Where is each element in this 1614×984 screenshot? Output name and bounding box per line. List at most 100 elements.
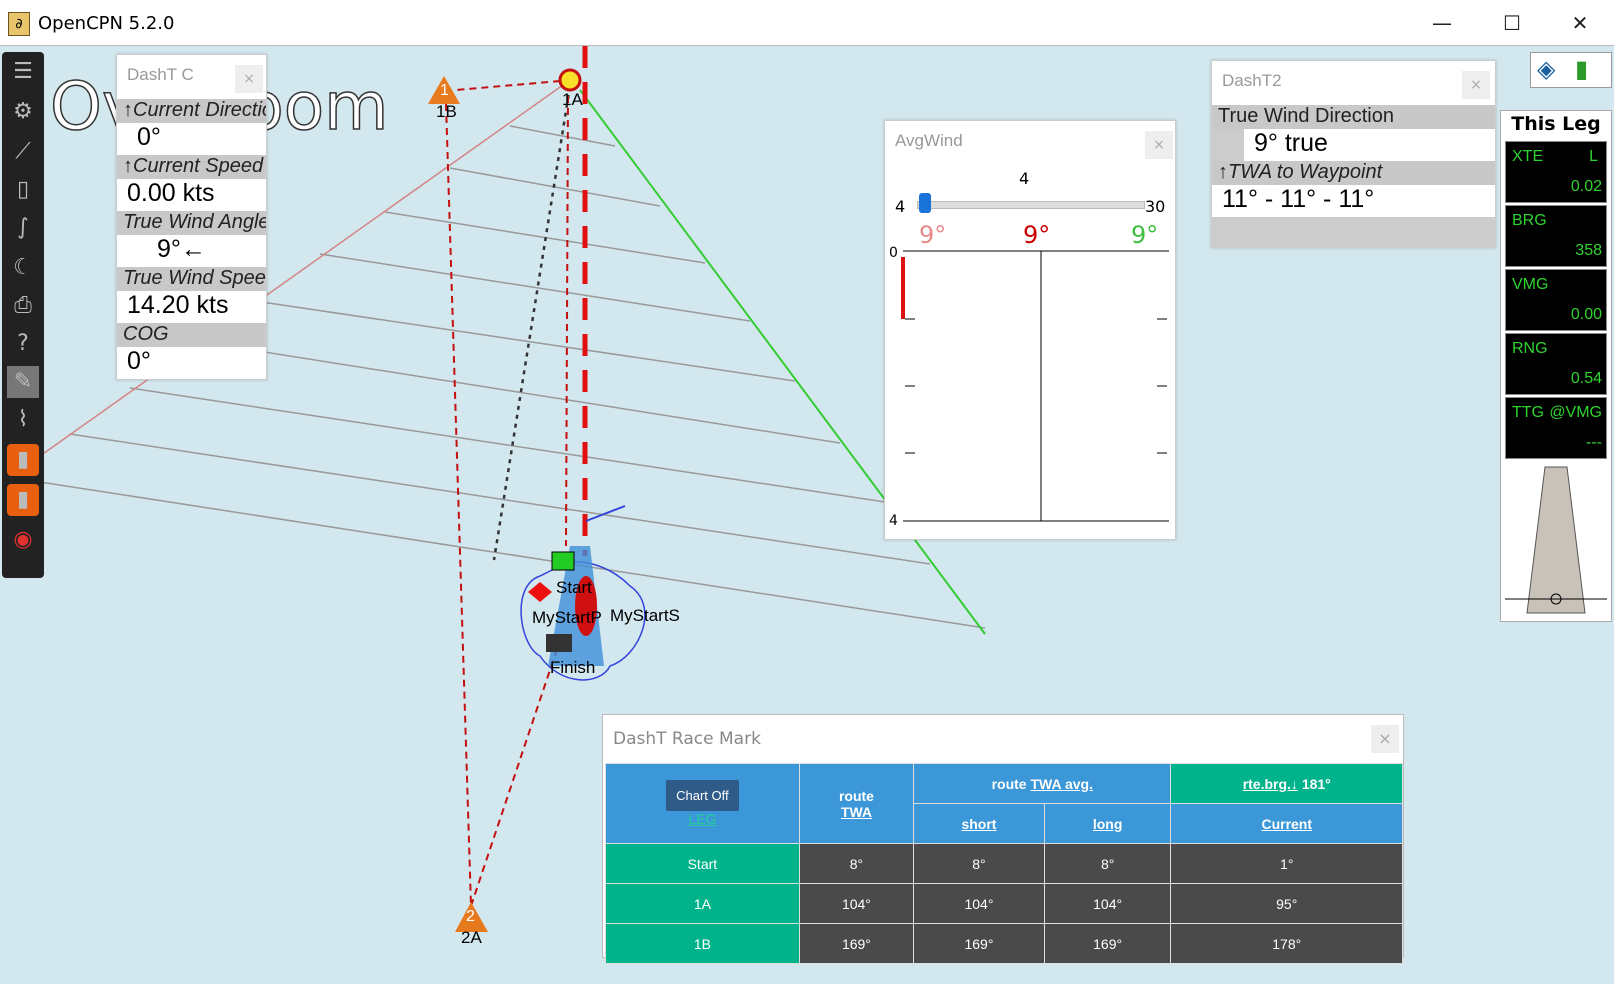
dasht2-close-button[interactable]: ×	[1462, 71, 1490, 99]
avgwind-caption: AvgWind	[895, 131, 963, 150]
race-mark-table: Chart Off LEG route TWA route TWA avg. r…	[605, 763, 1403, 964]
twa-cell: 8°	[798, 843, 915, 884]
true-wind-speed-value: 14.20 kts	[117, 291, 266, 321]
lifebuoy-icon[interactable]: ◉	[7, 524, 39, 556]
race-mark-caption: DashT Race Mark	[613, 729, 761, 749]
race-mark-close-button[interactable]: ×	[1371, 725, 1399, 753]
mystart-p-label[interactable]: MyStartP	[532, 608, 602, 628]
title-bar: ∂ OpenCPN 5.2.0 — ☐ ✕	[0, 0, 1614, 46]
route-twa-header-b[interactable]: TWA	[841, 804, 872, 820]
twa-to-waypoint-label: ↑TWA to Waypoint	[1212, 161, 1495, 185]
mark-2A-label[interactable]: 2A	[461, 928, 482, 948]
this-leg-panel: This Leg XTE L 0.02 BRG 358 VMG 0.00 RNG…	[1500, 110, 1612, 622]
cog-value: 0°	[117, 347, 266, 377]
wind-history-graph	[901, 250, 1169, 522]
vmg-label: VMG	[1512, 276, 1549, 293]
leg-header-link[interactable]: LEG	[688, 811, 716, 827]
status-icons: ◈ ▮	[1530, 52, 1612, 88]
current-direction-label: ↑Current Direction	[117, 99, 266, 123]
long-header[interactable]: long	[1093, 816, 1123, 832]
leg-cell: Start	[605, 843, 800, 884]
route-twa-header: route TWA	[798, 763, 915, 844]
current-speed-value: 0.00 kts	[117, 179, 266, 209]
slider-max-label: 30	[1145, 197, 1166, 216]
long-cell: 104°	[1043, 883, 1172, 924]
route-twa-header-a: route	[838, 787, 874, 804]
avg-wind-mean-angle: 9°	[1023, 221, 1051, 249]
dasht-c-close-button[interactable]: ×	[235, 65, 263, 93]
table-row: 1A 104° 104° 104° 95°	[605, 883, 1403, 924]
brg-value: 358	[1575, 242, 1602, 259]
cog-label: COG	[117, 323, 266, 347]
ttg-label: TTG	[1512, 404, 1544, 421]
dasht2-panel: DashT2 × True Wind Direction 9° true ↑TW…	[1211, 60, 1496, 248]
mark-1A-label[interactable]: 1A	[562, 90, 583, 110]
avgwind-close-button[interactable]: ×	[1145, 131, 1173, 159]
long-cell: 169°	[1043, 923, 1172, 964]
current-header[interactable]: Current	[1261, 816, 1312, 832]
current-cell: 95°	[1170, 883, 1403, 924]
dasht-c-caption: DashT C	[127, 65, 194, 84]
slider-value-readout: 4	[1019, 169, 1030, 188]
start-label[interactable]: Start	[556, 578, 592, 598]
plugin-icon[interactable]: ✎	[7, 366, 39, 398]
close-button[interactable]: ✕	[1556, 8, 1604, 38]
route-twa-avg-header: route TWA avg.	[913, 763, 1172, 804]
rng-value: 0.54	[1570, 370, 1602, 387]
current-direction-value: 0°	[127, 123, 266, 153]
twa-cell: 104°	[798, 883, 915, 924]
averaging-slider-track[interactable]	[917, 201, 1145, 209]
mark-1B-label[interactable]: 1B	[436, 102, 457, 122]
color-scheme-icon[interactable]: ☾	[7, 252, 39, 284]
vmg-value: 0.00	[1570, 306, 1602, 323]
xte-side-label: L	[1589, 148, 1598, 165]
ttg-at-vmg-label: @VMG	[1549, 404, 1602, 421]
rng-label: RNG	[1512, 340, 1548, 357]
compass-icon[interactable]: ◈	[1537, 55, 1555, 83]
settings-icon[interactable]: ⚙	[7, 96, 39, 128]
print-icon[interactable]: ⎙	[7, 290, 39, 322]
rte-brg-header-value: 181°	[1301, 775, 1331, 792]
rte-brg-header: rte.brg.↓ 181°	[1170, 763, 1403, 804]
short-header[interactable]: short	[961, 816, 996, 832]
mark-1-number: 1	[440, 82, 449, 99]
brg-label: BRG	[1512, 212, 1547, 229]
gps-signal-icon[interactable]: ▮	[1575, 55, 1588, 83]
avg-wind-max-angle: 9°	[1131, 221, 1159, 249]
slider-min-label: 4	[895, 197, 906, 216]
route-twa-avg-header-b[interactable]: TWA avg.	[1030, 776, 1093, 792]
route-twa-avg-header-a: route	[991, 775, 1027, 792]
wind-plugin-icon[interactable]: ⌇	[7, 404, 39, 436]
leg-cell: 1A	[605, 883, 800, 924]
long-cell: 8°	[1043, 843, 1172, 884]
true-wind-angle-value: 9°←	[147, 235, 266, 265]
menu-icon[interactable]: ☰	[7, 56, 39, 88]
true-wind-angle-label: True Wind Angle	[117, 211, 266, 235]
this-leg-title: This Leg	[1511, 113, 1601, 135]
maximize-button[interactable]: ☐	[1488, 8, 1536, 38]
route-manager-icon[interactable]: ▯	[7, 174, 39, 206]
chart-off-button[interactable]: Chart Off	[666, 780, 739, 811]
table-row: Start 8° 8° 8° 1°	[605, 843, 1403, 884]
route-icon[interactable]: ⟋	[7, 136, 39, 168]
opencpn-app-icon: ∂	[8, 12, 30, 36]
mystart-s-label[interactable]: MyStartS	[610, 606, 680, 626]
leg-header-cell: Chart Off LEG	[605, 763, 800, 844]
vmg-box: VMG 0.00	[1505, 269, 1607, 331]
dasht-c-panel: DashT C × ↑Current Direction 0° ↑Current…	[116, 54, 267, 380]
rte-brg-header-link[interactable]: rte.brg.↓	[1243, 776, 1298, 792]
track-icon[interactable]: ∫	[7, 212, 39, 244]
highway-display	[1505, 466, 1607, 614]
help-icon[interactable]: ?	[7, 328, 39, 360]
short-cell: 169°	[913, 923, 1045, 964]
dashboard-plugin-icon[interactable]: ▮	[7, 444, 39, 476]
finish-label[interactable]: Finish	[550, 658, 595, 678]
dashboard-plugin-2-icon[interactable]: ▮	[7, 484, 39, 516]
minimize-button[interactable]: —	[1418, 8, 1466, 38]
window-title: OpenCPN 5.2.0	[38, 13, 175, 34]
averaging-slider-thumb[interactable]	[919, 193, 931, 213]
current-speed-label: ↑Current Speed	[117, 155, 266, 179]
ttg-box: TTG @VMG ---	[1505, 397, 1607, 459]
ttg-value: ---	[1586, 434, 1602, 451]
short-cell: 104°	[913, 883, 1045, 924]
